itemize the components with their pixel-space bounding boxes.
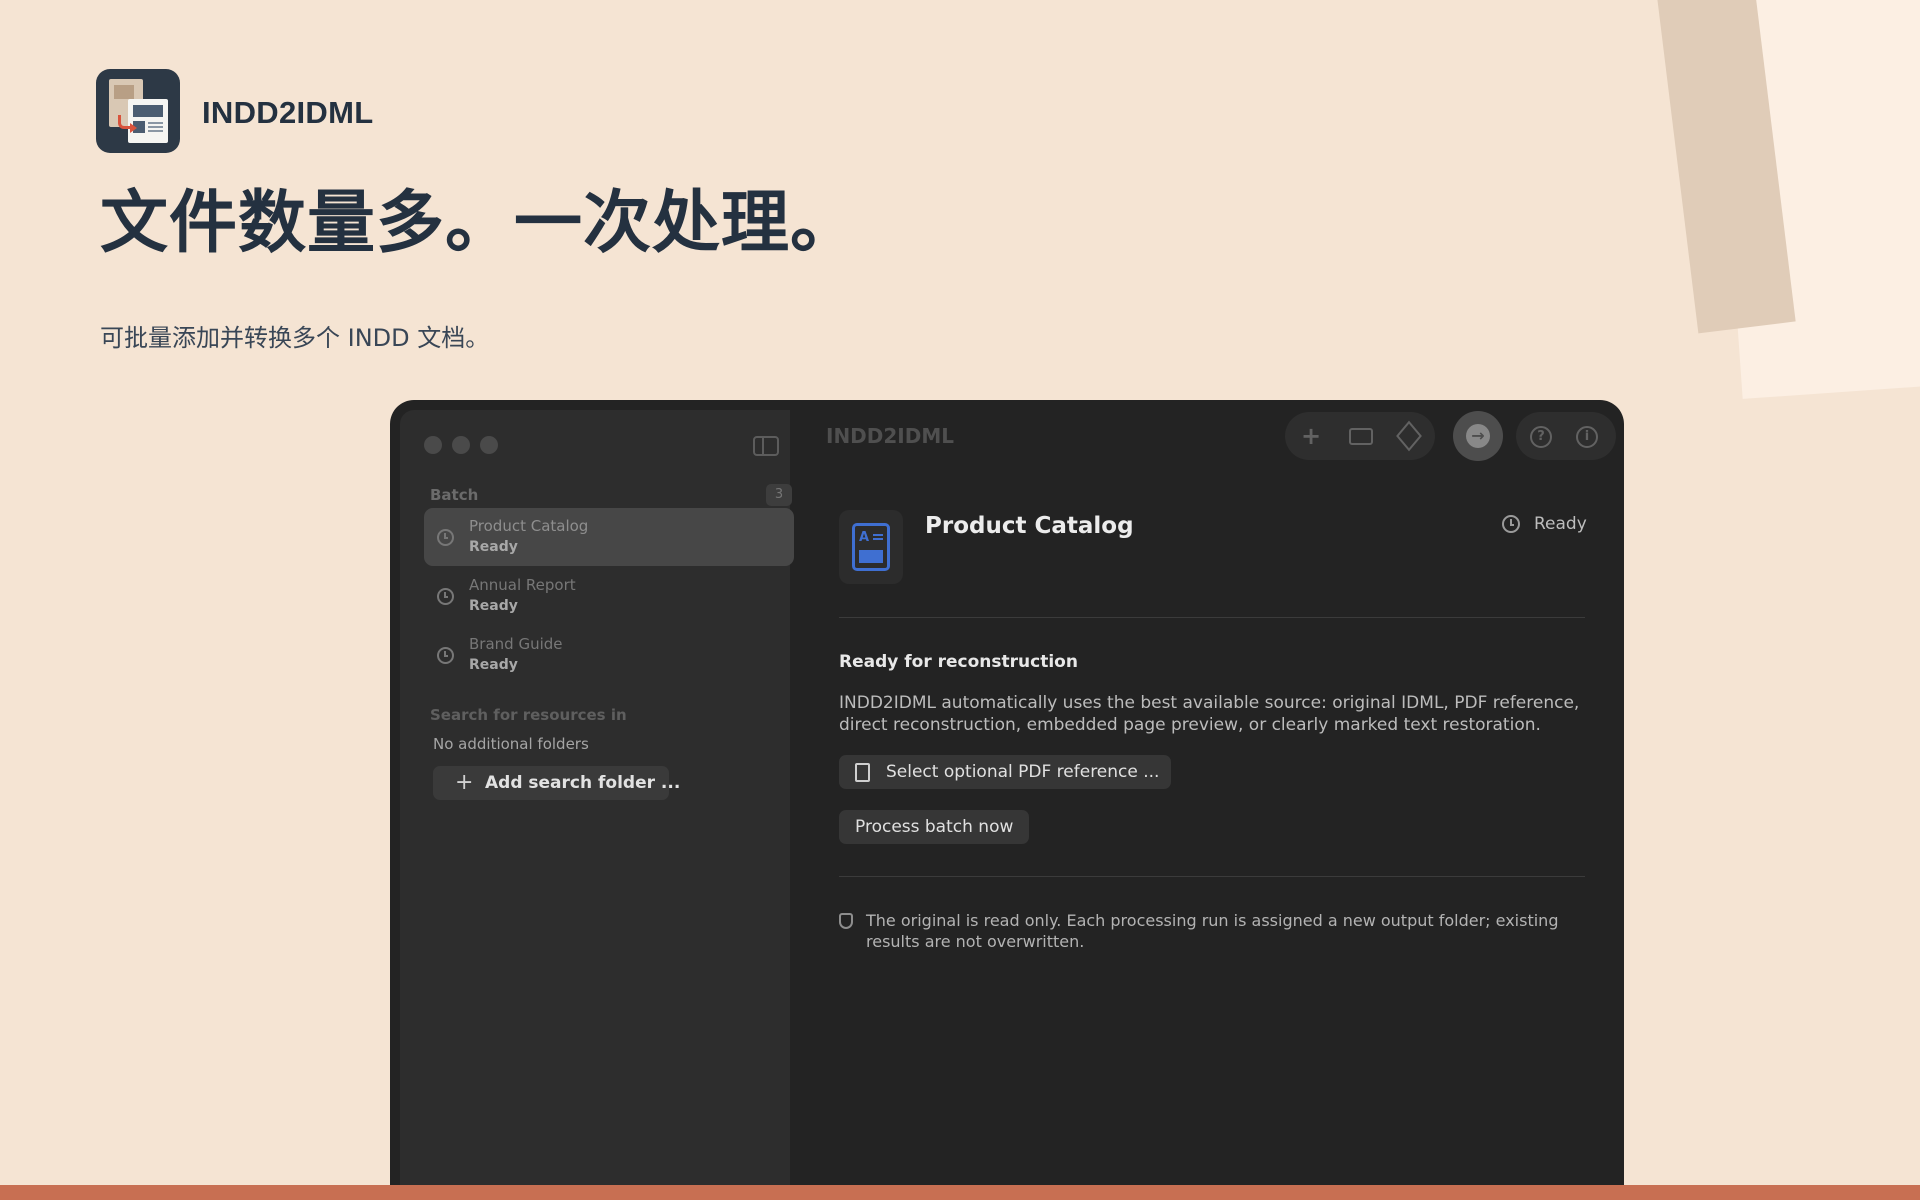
add-icon[interactable]: + xyxy=(1299,424,1323,448)
divider xyxy=(839,617,1585,618)
shield-icon xyxy=(839,913,853,929)
batch-item-annual-report[interactable]: Annual Report Ready xyxy=(424,567,794,625)
batch-header: Batch xyxy=(430,486,479,504)
brand-name: INDD2IDML xyxy=(202,95,374,130)
info-icon[interactable]: i xyxy=(1576,426,1598,448)
accent-strip xyxy=(0,1185,1920,1200)
no-folders-text: No additional folders xyxy=(433,735,589,753)
toolbar-group: + xyxy=(1285,412,1435,460)
arrow-right-icon: → xyxy=(1466,424,1490,448)
clock-icon xyxy=(437,529,454,546)
subheadline: 可批量添加并转换多个 INDD 文档。 xyxy=(100,324,490,352)
document-icon: A xyxy=(839,510,903,584)
add-search-folder-label: Add search folder ... xyxy=(485,773,681,793)
plus-icon: + xyxy=(455,770,474,795)
folder-icon[interactable] xyxy=(1349,428,1373,445)
toolbar-group-help: ? i xyxy=(1516,412,1616,460)
batch-item-status: Ready xyxy=(469,598,518,614)
app-window: Batch 3 Product Catalog Ready Annual Rep… xyxy=(390,400,1624,1200)
batch-item-status: Ready xyxy=(469,539,518,555)
sidebar-toggle-icon[interactable] xyxy=(753,436,779,456)
file-icon xyxy=(855,763,870,782)
batch-item-title: Brand Guide xyxy=(469,635,563,653)
section-description: INDD2IDML automatically uses the best av… xyxy=(839,693,1580,735)
package-icon[interactable] xyxy=(1396,420,1422,452)
clock-icon xyxy=(1502,515,1520,533)
minimize-window-button[interactable] xyxy=(452,436,470,454)
process-batch-button[interactable]: Process batch now xyxy=(839,810,1029,844)
add-search-folder-button[interactable]: + Add search folder ... xyxy=(433,766,680,800)
help-icon[interactable]: ? xyxy=(1530,426,1552,448)
search-resources-header: Search for resources in xyxy=(430,706,627,724)
read-only-note: The original is read only. Each processi… xyxy=(866,911,1559,951)
batch-item-title: Product Catalog xyxy=(469,517,589,535)
batch-item-status: Ready xyxy=(469,657,518,673)
clock-icon xyxy=(437,647,454,664)
window-title: INDD2IDML xyxy=(826,424,954,448)
sidebar: Batch 3 Product Catalog Ready Annual Rep… xyxy=(400,410,794,1200)
status-badge: Ready xyxy=(1502,514,1587,534)
process-button[interactable]: → xyxy=(1453,411,1503,461)
status-text: Ready xyxy=(1534,514,1587,534)
close-window-button[interactable] xyxy=(424,436,442,454)
select-pdf-reference-button[interactable]: Select optional PDF reference ... xyxy=(839,755,1171,789)
batch-count-badge: 3 xyxy=(766,484,792,506)
batch-item-product-catalog[interactable]: Product Catalog Ready xyxy=(424,508,794,566)
zoom-window-button[interactable] xyxy=(480,436,498,454)
section-heading: Ready for reconstruction xyxy=(839,652,1078,672)
divider xyxy=(839,876,1585,877)
document-title: Product Catalog xyxy=(925,513,1134,539)
app-logo-icon xyxy=(96,69,180,153)
batch-item-brand-guide[interactable]: Brand Guide Ready xyxy=(424,626,794,684)
batch-item-title: Annual Report xyxy=(469,576,576,594)
process-batch-label: Process batch now xyxy=(855,817,1014,837)
clock-icon xyxy=(437,588,454,605)
select-pdf-label: Select optional PDF reference ... xyxy=(886,762,1160,782)
headline: 文件数量多。一次处理。 xyxy=(100,184,860,263)
